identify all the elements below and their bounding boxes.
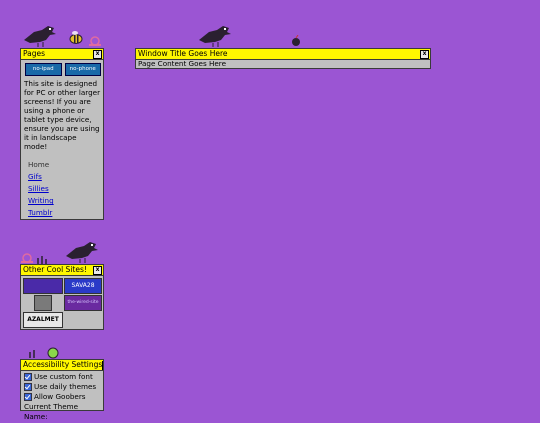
crow-icon (66, 242, 98, 263)
option-label: Allow Goobers (34, 392, 86, 401)
option-custom-font[interactable]: Use custom font (24, 372, 100, 382)
checkbox-checked[interactable] (24, 373, 32, 381)
bee-icon (69, 31, 83, 44)
badge-no-ipad: no-ipad (25, 63, 62, 76)
nav-item-tumblr[interactable]: Tumblr (28, 207, 101, 219)
nav-item-gifs[interactable]: Gifs (28, 171, 101, 183)
site-button-1[interactable] (23, 278, 63, 294)
checkbox-checked[interactable] (24, 383, 32, 391)
crow-icon (24, 26, 56, 47)
snail-icon (21, 253, 33, 263)
device-badges: no-ipad no-phone (25, 63, 101, 76)
sprout-icon (29, 350, 35, 358)
pages-titlebar[interactable]: Pages x (21, 49, 103, 60)
pages-title: Pages (23, 49, 46, 58)
nav-item-writing[interactable]: Writing (28, 195, 101, 207)
device-notice: This site is designed for PC or other la… (24, 79, 101, 151)
close-button[interactable]: x (420, 49, 429, 59)
nav-item-sillies[interactable]: Sillies (28, 183, 101, 195)
site-button-3[interactable] (34, 295, 52, 311)
main-title: Window Title Goes Here (138, 49, 228, 58)
checkbox-checked[interactable] (24, 393, 32, 401)
nav-item-home[interactable]: Home (28, 159, 101, 171)
site-button-wired[interactable]: the-wired-site (64, 295, 102, 311)
nav-list: Home Gifs Sillies Writing Tumblr (23, 159, 101, 219)
badge-no-phone: no-phone (64, 63, 101, 76)
bomb-icon (292, 35, 300, 46)
pages-window: Pages x no-ipad no-phone This site is de… (20, 48, 104, 220)
accessibility-window: Accessibility Settings x Use custom font… (20, 359, 104, 421)
cool-sites-titlebar[interactable]: Other Cool Sites! x (21, 265, 103, 276)
theme-name-label: Current Theme Name: (24, 402, 79, 421)
accessibility-title: Accessibility Settings (23, 360, 103, 369)
site-button-sava28[interactable]: SAVA28 (64, 278, 102, 294)
snail-icon (89, 36, 101, 46)
option-allow-goobers[interactable]: Allow Goobers (24, 392, 100, 402)
main-window: Window Title Goes Here x Page Content Go… (135, 48, 431, 69)
close-button[interactable]: x (102, 360, 103, 370)
pages-content: no-ipad no-phone This site is designed f… (21, 60, 103, 221)
cool-sites-title: Other Cool Sites! (23, 265, 87, 274)
crow-icon (199, 26, 231, 47)
slime-icon (47, 347, 59, 359)
main-content: Page Content Goes Here (138, 59, 227, 68)
option-label: Use custom font (34, 372, 93, 381)
accessibility-content: Use custom font Use daily themes Allow G… (21, 371, 103, 423)
site-button-azalmet[interactable]: AZALMET (23, 312, 63, 328)
option-daily-themes[interactable]: Use daily themes (24, 382, 100, 392)
close-button[interactable]: x (93, 49, 102, 59)
option-label: Use daily themes (34, 382, 97, 391)
close-button[interactable]: x (93, 265, 102, 275)
sprout-icon (37, 256, 47, 264)
cool-sites-window: Other Cool Sites! x SAVA28 the-wired-sit… (20, 264, 104, 330)
accessibility-titlebar[interactable]: Accessibility Settings x (21, 360, 103, 371)
